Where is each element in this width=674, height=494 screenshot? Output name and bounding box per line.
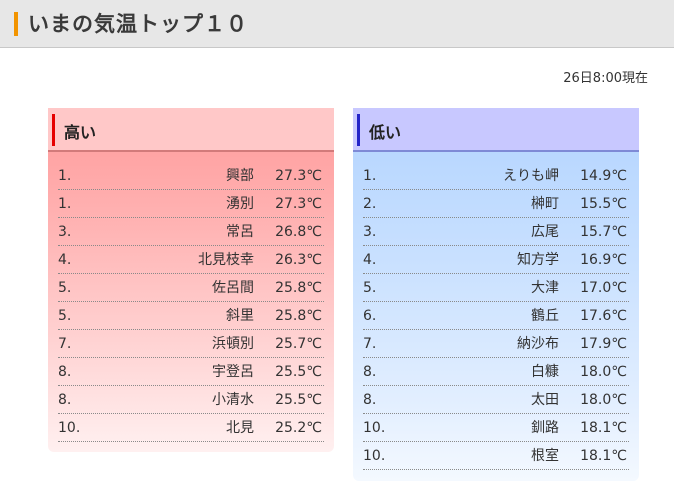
ranking-row: 4. 知方学 16.9℃: [363, 246, 629, 274]
ranking-row: 3. 広尾 15.7℃: [363, 218, 629, 246]
temperature-value: 18.0℃: [580, 364, 627, 380]
page-title: いまの気温トップ１０: [28, 12, 248, 36]
rank-number: 1.: [58, 196, 72, 212]
rank-number: 10.: [363, 448, 386, 464]
station-name: 知方学: [517, 252, 559, 268]
ranking-row: 1. 興部 27.3℃: [58, 162, 324, 190]
station-name: 納沙布: [517, 336, 559, 352]
low-ranking-list: 1. えりも岬 14.9℃ 2. 榊町 15.5℃ 3. 広尾 15.7℃ 4. 知方学 16.9℃ 5…: [353, 152, 639, 470]
temperature-value: 25.5℃: [275, 364, 322, 380]
station-name: 太田: [531, 392, 559, 408]
low-panel-title: 低い: [369, 123, 402, 142]
temperature-value: 15.5℃: [580, 196, 627, 212]
ranking-row: 10. 根室 18.1℃: [363, 442, 629, 470]
station-name: 浜頓別: [212, 336, 254, 352]
rank-number: 3.: [58, 224, 72, 240]
high-temperature-panel: 高い 1. 興部 27.3℃ 1. 湧別 27.3℃ 3. 常呂 26.8℃ 4. 北見枝幸 26.3…: [48, 108, 334, 452]
observation-timestamp: 26日8:00現在: [563, 71, 648, 86]
temperature-value: 17.6℃: [580, 308, 627, 324]
rank-number: 5.: [58, 280, 72, 296]
temperature-value: 25.8℃: [275, 308, 322, 324]
temperature-value: 25.2℃: [275, 420, 322, 436]
station-name: 北見枝幸: [198, 252, 254, 268]
station-name: 大津: [531, 280, 559, 296]
ranking-row: 7. 浜頓別 25.7℃: [58, 330, 324, 358]
ranking-row: 1. 湧別 27.3℃: [58, 190, 324, 218]
ranking-row: 6. 鶴丘 17.6℃: [363, 302, 629, 330]
temperature-value: 15.7℃: [580, 224, 627, 240]
rank-number: 8.: [363, 392, 377, 408]
station-name: 斜里: [226, 308, 254, 324]
temperature-value: 27.3℃: [275, 168, 322, 184]
station-name: 佐呂間: [212, 280, 254, 296]
station-name: 根室: [531, 448, 559, 464]
station-name: 宇登呂: [212, 364, 254, 380]
station-name: 榊町: [531, 196, 559, 212]
ranking-row: 5. 佐呂間 25.8℃: [58, 274, 324, 302]
rank-number: 1.: [363, 168, 377, 184]
station-name: 釧路: [531, 420, 559, 436]
rank-number: 7.: [363, 336, 377, 352]
page-header: いまの気温トップ１０: [0, 0, 674, 48]
station-name: 興部: [226, 168, 254, 184]
ranking-row: 5. 斜里 25.8℃: [58, 302, 324, 330]
temperature-value: 18.1℃: [580, 448, 627, 464]
rank-number: 3.: [363, 224, 377, 240]
ranking-row: 4. 北見枝幸 26.3℃: [58, 246, 324, 274]
station-name: 鶴丘: [531, 308, 559, 324]
rank-number: 5.: [58, 308, 72, 324]
rank-number: 8.: [58, 364, 72, 380]
station-name: 広尾: [531, 224, 559, 240]
rank-number: 2.: [363, 196, 377, 212]
high-panel-header: 高い: [48, 108, 334, 152]
ranking-row: 8. 白糠 18.0℃: [363, 358, 629, 386]
rank-number: 10.: [58, 420, 81, 436]
ranking-row: 8. 宇登呂 25.5℃: [58, 358, 324, 386]
temperature-value: 25.5℃: [275, 392, 322, 408]
ranking-row: 10. 釧路 18.1℃: [363, 414, 629, 442]
ranking-row: 7. 納沙布 17.9℃: [363, 330, 629, 358]
ranking-row: 3. 常呂 26.8℃: [58, 218, 324, 246]
ranking-row: 5. 大津 17.0℃: [363, 274, 629, 302]
rank-number: 8.: [363, 364, 377, 380]
low-temperature-panel: 低い 1. えりも岬 14.9℃ 2. 榊町 15.5℃ 3. 広尾 15.7℃ 4. 知方学 16.…: [353, 108, 639, 481]
station-name: 常呂: [226, 224, 254, 240]
ranking-row: 2. 榊町 15.5℃: [363, 190, 629, 218]
low-panel-accent: [357, 114, 360, 146]
rank-number: 1.: [58, 168, 72, 184]
rank-number: 7.: [58, 336, 72, 352]
temperature-value: 25.7℃: [275, 336, 322, 352]
rank-number: 6.: [363, 308, 377, 324]
temperature-value: 26.8℃: [275, 224, 322, 240]
temperature-value: 25.8℃: [275, 280, 322, 296]
ranking-row: 8. 太田 18.0℃: [363, 386, 629, 414]
rank-number: 5.: [363, 280, 377, 296]
high-ranking-list: 1. 興部 27.3℃ 1. 湧別 27.3℃ 3. 常呂 26.8℃ 4. 北見枝幸 26.3℃ 5.…: [48, 152, 334, 442]
rank-number: 4.: [58, 252, 72, 268]
station-name: 北見: [226, 420, 254, 436]
high-panel-accent: [52, 114, 55, 146]
ranking-row: 8. 小清水 25.5℃: [58, 386, 324, 414]
temperature-value: 26.3℃: [275, 252, 322, 268]
ranking-row: 1. えりも岬 14.9℃: [363, 162, 629, 190]
temperature-value: 18.0℃: [580, 392, 627, 408]
temperature-value: 17.9℃: [580, 336, 627, 352]
station-name: えりも岬: [503, 168, 559, 184]
station-name: 小清水: [212, 392, 254, 408]
rank-number: 10.: [363, 420, 386, 436]
low-panel-header: 低い: [353, 108, 639, 152]
station-name: 湧別: [226, 196, 254, 212]
rank-number: 8.: [58, 392, 72, 408]
temperature-value: 18.1℃: [580, 420, 627, 436]
station-name: 白糠: [531, 364, 559, 380]
temperature-value: 27.3℃: [275, 196, 322, 212]
ranking-row: 10. 北見 25.2℃: [58, 414, 324, 442]
temperature-value: 14.9℃: [580, 168, 627, 184]
temperature-value: 17.0℃: [580, 280, 627, 296]
temperature-value: 16.9℃: [580, 252, 627, 268]
high-panel-title: 高い: [64, 123, 97, 142]
rank-number: 4.: [363, 252, 377, 268]
header-accent-bar: [14, 12, 18, 36]
